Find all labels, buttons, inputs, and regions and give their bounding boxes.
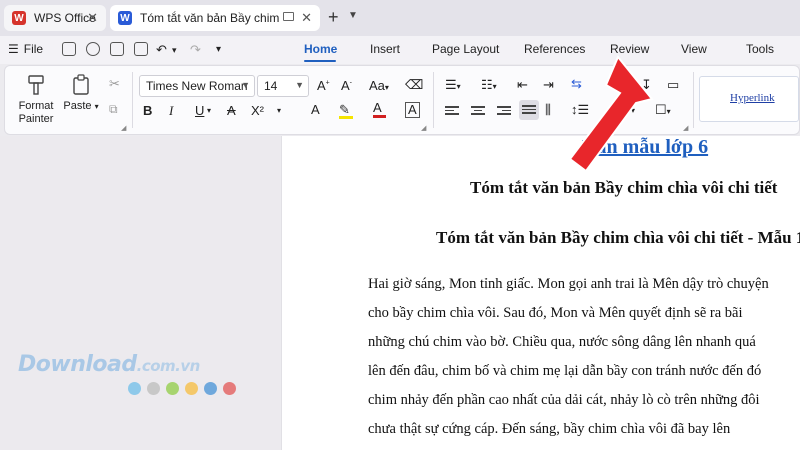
tab-tools[interactable]: Tools <box>746 42 774 56</box>
watermark-dot <box>223 382 236 395</box>
redo-icon[interactable]: ↷ <box>190 42 201 58</box>
document-title: Tóm tắt văn bản Bầy chim chìa vôi chi ti… <box>470 178 778 197</box>
active-tab-indicator <box>304 60 336 62</box>
print-preview-icon[interactable] <box>134 42 148 56</box>
justify-icon[interactable] <box>519 100 539 120</box>
decrease-indent-icon[interactable]: ⇤ <box>517 77 528 93</box>
font-expand-icon[interactable]: ◢ <box>421 124 426 132</box>
chevron-down-icon: ▼ <box>241 80 250 90</box>
tab-insert[interactable]: Insert <box>370 42 400 56</box>
clear-format-icon[interactable]: ⌫ <box>405 77 423 93</box>
wps-logo-icon: W <box>12 11 26 25</box>
paragraph-line: cho bầy chim chìa vôi. Sau đó, Mon và Mê… <box>368 305 743 321</box>
new-tab-button[interactable]: + <box>328 7 339 28</box>
chevron-down-icon: ▼ <box>295 80 304 90</box>
italic-button[interactable]: I <box>169 103 173 119</box>
watermark-dot <box>166 382 179 395</box>
script-dropdown-icon[interactable]: ▾ <box>277 106 281 115</box>
paragraph-line: những chú chim vào bờ. Chiều qua, nước s… <box>368 334 756 350</box>
tab-wps-office[interactable]: W WPS Office ✕ <box>4 5 106 31</box>
paste-icon <box>73 74 89 95</box>
title-tab-bar: W WPS Office ✕ W Tóm tắt văn bản Bầy chi… <box>0 0 800 36</box>
divider <box>433 72 434 128</box>
tab-review[interactable]: Review <box>610 42 649 56</box>
file-menu[interactable]: ☰ File <box>8 42 43 56</box>
watermark-dot <box>204 382 217 395</box>
tab-document-label: Tóm tắt văn bản Bầy chim chìa vôi <box>140 11 280 25</box>
cut-icon[interactable]: ✂ <box>109 76 120 92</box>
decrease-font-icon[interactable]: A- <box>341 78 352 93</box>
text-effect-icon[interactable]: A <box>311 102 320 117</box>
superscript-button[interactable]: X² <box>251 103 264 118</box>
tab-page-layout[interactable]: Page Layout <box>432 42 499 56</box>
watermark-logo: Download.com.vn <box>18 352 200 377</box>
strikethrough-button[interactable]: A <box>227 103 236 118</box>
paragraph-line: chim nhảy đến phần cao nhất của dải cát,… <box>368 392 760 408</box>
font-color-icon[interactable]: A <box>373 100 386 118</box>
undo-icon[interactable]: ↶ <box>156 42 167 58</box>
close-tab-icon[interactable]: ✕ <box>301 10 312 26</box>
bold-button[interactable]: B <box>143 103 152 118</box>
numbered-list-icon[interactable]: ☷▾ <box>481 77 497 93</box>
chevron-down-icon[interactable]: ▼ <box>348 10 358 21</box>
show-marks-icon[interactable]: ▭ <box>667 77 679 93</box>
hamburger-icon: ☰ <box>8 42 19 56</box>
align-left-icon[interactable] <box>445 104 459 117</box>
save-icon[interactable] <box>62 42 76 56</box>
divider <box>132 72 133 128</box>
watermark-dot <box>147 382 160 395</box>
watermark-dot <box>185 382 198 395</box>
format-painter-button[interactable]: Format Painter <box>13 74 59 126</box>
underline-dropdown-icon[interactable]: ▾ <box>207 106 211 115</box>
font-size-select[interactable]: 14 ▼ <box>257 75 309 97</box>
file-menu-label: File <box>23 42 44 56</box>
divider <box>693 72 694 128</box>
undo-dropdown-icon[interactable]: ▾ <box>172 45 177 56</box>
print-icon[interactable] <box>110 42 124 56</box>
paste-button[interactable]: Paste ▾ <box>61 74 101 113</box>
font-size-value: 14 <box>264 79 278 93</box>
word-doc-icon: W <box>118 11 132 25</box>
format-painter-label: Format Painter <box>18 100 54 125</box>
watermark-dots <box>128 382 236 395</box>
paragraph-line: Hai giờ sáng, Mon tỉnh giấc. Mon gọi anh… <box>368 276 769 292</box>
paragraph-line: lên đến đâu, chim bố và chim mẹ lại dẫn … <box>368 363 762 379</box>
style-hyperlink[interactable]: Hyperlink <box>699 76 799 122</box>
copy-icon[interactable]: ⧉ <box>109 102 118 117</box>
watermark-dot <box>128 382 141 395</box>
tab-document[interactable]: W Tóm tắt văn bản Bầy chim chìa vôi ✕ <box>110 5 320 31</box>
paragraph-expand-icon[interactable]: ◢ <box>683 124 688 132</box>
menu-bar: ☰ File ↶ ▾ ↷ ▾ Home Insert Page Layout R… <box>0 36 800 64</box>
distributed-icon[interactable]: ⫼ <box>545 102 551 118</box>
tab-home[interactable]: Home <box>304 42 337 56</box>
bullet-list-icon[interactable]: ☰▾ <box>445 77 461 93</box>
clipboard-expand-icon[interactable]: ◢ <box>121 124 126 132</box>
monitor-icon[interactable] <box>283 12 294 21</box>
share-icon[interactable] <box>86 42 100 56</box>
document-subtitle: Tóm tắt văn bản Bầy chim chìa vôi chi ti… <box>436 228 800 247</box>
left-margin-area <box>0 136 280 450</box>
format-painter-icon <box>28 75 44 95</box>
increase-font-icon[interactable]: A+ <box>317 78 330 93</box>
close-icon[interactable]: ✕ <box>87 10 98 26</box>
align-center-icon[interactable] <box>471 104 485 117</box>
highlight-icon[interactable]: ✎ <box>339 102 353 119</box>
tab-references[interactable]: References <box>524 42 585 56</box>
align-right-icon[interactable] <box>497 104 511 117</box>
underline-button[interactable]: U <box>195 103 204 118</box>
style-hyperlink-label: Hyperlink <box>730 92 775 104</box>
home-ribbon: Format Painter Paste ▾ ✂ ⧉ ◢ Times New R… <box>4 65 800 135</box>
paste-label: Paste <box>63 100 92 112</box>
document-page[interactable]: Văn mẫu lớp 6 Tóm tắt văn bản Bầy chim c… <box>281 136 800 450</box>
font-name-value: Times New Roman <box>146 79 248 93</box>
increase-indent-icon[interactable]: ⇥ <box>543 77 554 93</box>
tab-view[interactable]: View <box>681 42 707 56</box>
character-border-icon[interactable]: A <box>405 102 420 118</box>
paragraph-line: chưa thật sự cứng cáp. Đến sáng, bầy chi… <box>368 421 731 437</box>
font-name-select[interactable]: Times New Roman ▼ <box>139 75 255 97</box>
change-case-icon[interactable]: Aa▾ <box>369 78 389 93</box>
annotation-arrow-icon <box>568 55 654 173</box>
more-icon[interactable]: ▾ <box>216 44 221 55</box>
